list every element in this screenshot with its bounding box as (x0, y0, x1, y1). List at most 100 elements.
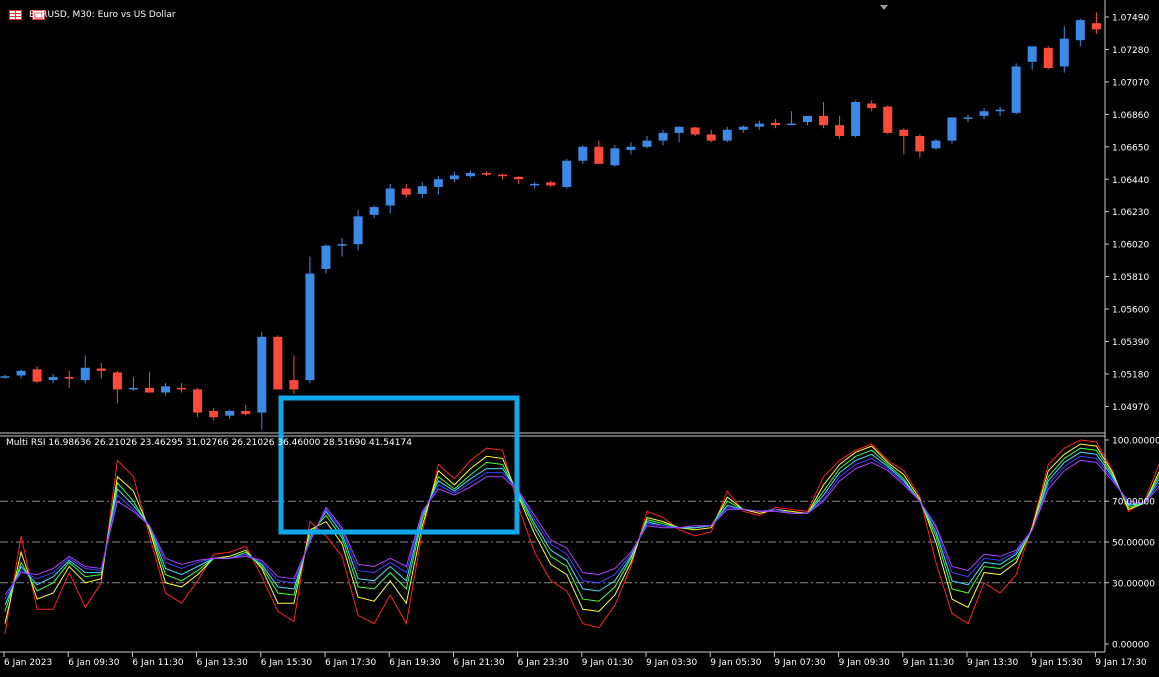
chart-window[interactable]: 1.07490 1.07280 1.07070 1.06860 1.06650 1.064… (0, 0, 1159, 673)
candle-body (64, 377, 74, 379)
candle-body (161, 386, 170, 393)
candle-body (225, 411, 235, 416)
candle (530, 182, 540, 189)
candle (803, 115, 812, 126)
price-tick-label: 1.07070 (1112, 78, 1149, 88)
candle-body (915, 135, 925, 152)
candle (1075, 18, 1085, 47)
candle-body (899, 129, 909, 136)
candle (770, 118, 780, 129)
price-tick-label: 1.05180 (1112, 370, 1149, 380)
candle (433, 176, 443, 195)
symbol-title: EURUSD, M30: Euro vs US Dollar (29, 10, 176, 20)
candle (32, 366, 42, 384)
candle (64, 370, 74, 388)
candle-body (1091, 23, 1101, 30)
rsi-tick-label: 50.00000 (1112, 539, 1155, 549)
candle (1059, 26, 1069, 73)
time-tick-label: 6 Jan 17:30 (325, 658, 377, 668)
rsi-tick-label: 30.00000 (1112, 579, 1155, 589)
candle-body (610, 148, 620, 166)
candle-body (867, 103, 877, 109)
candle-body (995, 109, 1005, 112)
candle (257, 332, 267, 430)
time-tick-label: 9 Jan 11:30 (903, 658, 955, 668)
candle-body (738, 126, 748, 130)
candle (0, 374, 10, 379)
candle (562, 159, 572, 189)
candle (193, 387, 203, 418)
candle (48, 373, 58, 384)
candle-body (1043, 47, 1053, 68)
price-tick-label: 1.06020 (1112, 241, 1149, 251)
candle-body (722, 129, 732, 141)
candle (209, 407, 219, 421)
candle-body (1027, 46, 1037, 62)
candle (851, 100, 861, 138)
rsi-lines-layer (4, 439, 1159, 634)
candle (867, 100, 877, 112)
candle-body (465, 173, 475, 177)
candle (385, 183, 395, 214)
shift-marker[interactable] (880, 5, 888, 10)
candle (931, 139, 941, 150)
candle-body (289, 380, 299, 390)
price-tick-label: 1.05390 (1112, 338, 1149, 348)
time-tick-label: 9 Jan 03:30 (646, 658, 698, 668)
candle (305, 256, 315, 384)
time-tick-label: 6 Jan 15:30 (261, 658, 313, 668)
candle (161, 383, 170, 396)
candle-body (401, 188, 411, 195)
candle (674, 126, 684, 143)
candle-body (128, 387, 138, 390)
candle (353, 210, 363, 251)
candle-body (305, 273, 315, 381)
candle-body (770, 122, 780, 126)
candle-body (257, 336, 267, 413)
candle (241, 404, 251, 416)
candle-body (0, 376, 10, 378)
rsi-tick-label: 70.00000 (1112, 498, 1155, 508)
candle-body (209, 411, 219, 418)
price-tick-label: 1.07490 (1112, 14, 1149, 24)
candle (995, 106, 1005, 116)
indicator-title: Multi RSI 16.98636 26.21026 23.46295 31.… (6, 438, 412, 448)
candle (754, 120, 764, 130)
price-tick-label: 1.07280 (1112, 46, 1149, 56)
chart-window-icon[interactable] (9, 10, 22, 20)
candle-body (112, 372, 122, 390)
candle-body (193, 389, 203, 413)
candle-body (433, 179, 443, 187)
candle-body (385, 188, 395, 206)
rsi-line (4, 459, 1159, 596)
candle (626, 142, 636, 155)
time-tick-label: 9 Jan 13:30 (967, 658, 1019, 668)
candle-body (690, 127, 700, 135)
candle (642, 135, 652, 149)
time-tick-label: 6 Jan 13:30 (197, 658, 249, 668)
candle-body (321, 245, 331, 269)
candle (482, 171, 491, 177)
price-tick-label: 1.05810 (1112, 273, 1149, 283)
time-tick-label: 6 Jan 11:30 (132, 658, 184, 668)
candle (546, 180, 556, 187)
candle (883, 105, 893, 135)
time-tick-label: 6 Jan 21:30 (453, 658, 505, 668)
candle (947, 117, 957, 144)
candle-body (241, 411, 251, 415)
time-tick-label: 6 Jan 2023 (4, 658, 52, 668)
candle (369, 205, 379, 218)
candle-body (947, 117, 957, 141)
candle (819, 101, 829, 129)
rsi-line (4, 455, 1159, 600)
candle-body (562, 160, 572, 187)
candle (979, 108, 989, 119)
candle-body (1075, 20, 1085, 41)
chart-canvas[interactable]: 1.07490 1.07280 1.07070 1.06860 1.06650 1.064… (0, 0, 1159, 673)
candle-body (754, 123, 764, 127)
time-tick-label: 6 Jan 19:30 (389, 658, 441, 668)
price-tick-label: 1.06230 (1112, 208, 1149, 218)
candle (144, 372, 154, 393)
candle (128, 377, 138, 391)
highlight-box (278, 395, 520, 535)
